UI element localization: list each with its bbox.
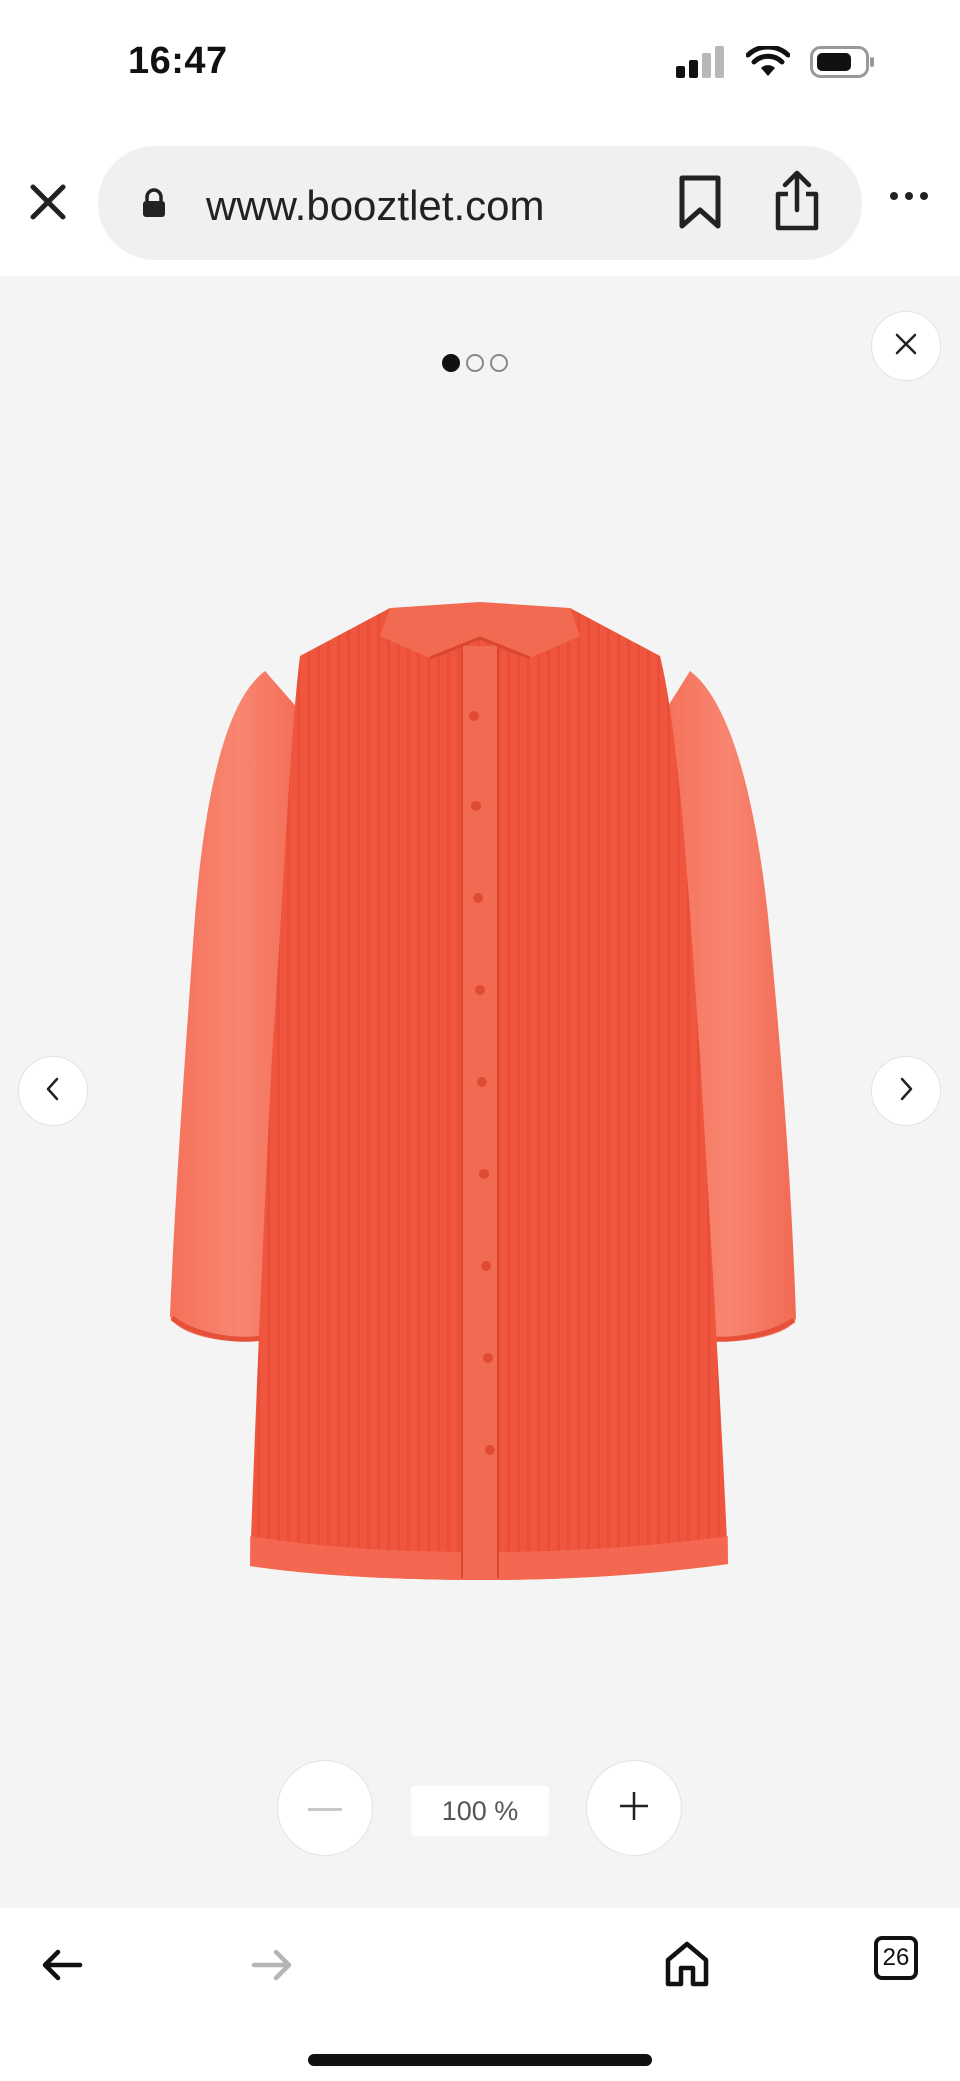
status-time: 16:47 bbox=[128, 40, 228, 82]
image-viewer: 100 % bbox=[0, 276, 960, 1908]
back-arrow-icon[interactable] bbox=[40, 1948, 84, 1987]
tabs-icon[interactable]: 26 bbox=[874, 1936, 918, 1980]
carousel-dots bbox=[442, 354, 508, 372]
signal-icon bbox=[676, 46, 726, 83]
carousel-dot-1[interactable] bbox=[442, 354, 460, 372]
wifi-icon bbox=[745, 44, 791, 83]
zoom-out-button[interactable] bbox=[277, 1760, 373, 1856]
zoom-in-button[interactable] bbox=[586, 1760, 682, 1856]
lock-icon bbox=[142, 188, 166, 223]
zoom-level: 100 % bbox=[411, 1786, 549, 1836]
carousel-dot-2[interactable] bbox=[466, 354, 484, 372]
carousel-dot-3[interactable] bbox=[490, 354, 508, 372]
bookmark-icon[interactable] bbox=[678, 174, 722, 235]
status-bar: 16:47 bbox=[0, 0, 960, 130]
home-indicator bbox=[308, 2054, 652, 2066]
viewer-close-button[interactable] bbox=[871, 311, 941, 381]
share-icon[interactable] bbox=[774, 170, 820, 237]
browser-address-bar: www.booztlet.com bbox=[0, 130, 960, 276]
minus-icon bbox=[308, 1799, 342, 1817]
forward-arrow-icon[interactable] bbox=[250, 1948, 294, 1987]
close-icon[interactable] bbox=[28, 182, 68, 222]
product-image[interactable] bbox=[0, 496, 960, 1736]
close-icon bbox=[895, 333, 917, 360]
url-text: www.booztlet.com bbox=[206, 182, 545, 229]
browser-toolbar: 26 bbox=[0, 1908, 960, 2081]
status-icons bbox=[676, 44, 876, 83]
plus-icon bbox=[619, 1791, 649, 1826]
more-icon[interactable] bbox=[890, 192, 928, 200]
battery-icon bbox=[810, 46, 876, 83]
url-field[interactable]: www.booztlet.com bbox=[98, 146, 862, 260]
home-icon[interactable] bbox=[664, 1940, 710, 1993]
